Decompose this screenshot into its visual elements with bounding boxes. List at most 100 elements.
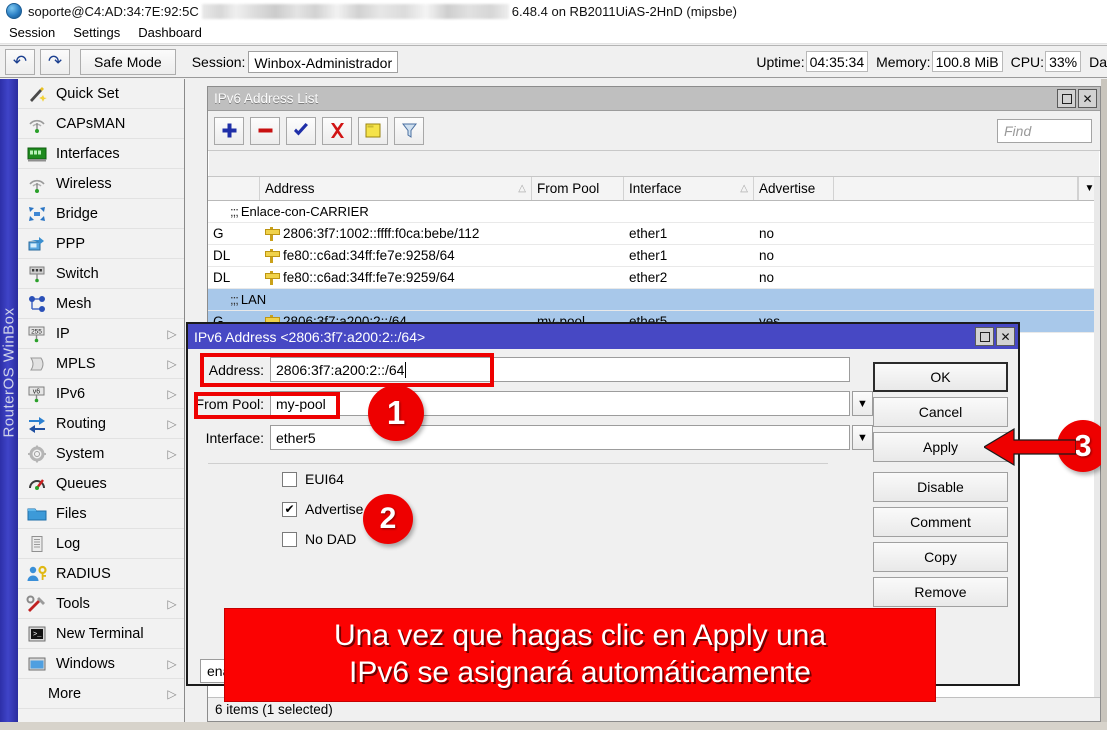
redo-button[interactable]: ↷ (40, 49, 70, 75)
close-window-icon[interactable]: ✕ (996, 327, 1015, 346)
antenna-icon (24, 113, 50, 135)
no-dad-checkbox[interactable] (282, 532, 297, 547)
column-header-interface[interactable]: Interface△ (624, 177, 754, 200)
sidebar-item-bridge[interactable]: Bridge▷ (18, 199, 184, 229)
from-pool-dropdown-icon[interactable]: ▼ (852, 391, 873, 416)
svg-text:v6: v6 (33, 388, 41, 395)
table-row[interactable]: DLfe80::c6ad:34ff:fe7e:9259/64ether2no (208, 267, 1100, 289)
sidebar-item-more[interactable]: More▷ (18, 679, 184, 709)
sidebar-item-label: CAPsMAN (56, 116, 164, 132)
table-row[interactable]: G2806:3f7:1002::ffff:f0ca:bebe/112ether1… (208, 223, 1100, 245)
sidebar-item-interfaces[interactable]: Interfaces▷ (18, 139, 184, 169)
table-comment-row[interactable]: ;;;Enlace-con-CARRIER (208, 201, 1100, 223)
step-2-badge: 2 (363, 494, 413, 544)
sidebar-item-queues[interactable]: Queues▷ (18, 469, 184, 499)
find-input[interactable]: Find (997, 119, 1092, 143)
close-window-icon[interactable]: ✕ (1078, 89, 1097, 108)
sidebar-item-radius[interactable]: RADIUS▷ (18, 559, 184, 589)
address-pin-icon (265, 249, 278, 263)
remove-button[interactable] (250, 117, 280, 145)
sidebar-item-ppp[interactable]: PPP▷ (18, 229, 184, 259)
sidebar-item-capsman[interactable]: CAPsMAN▷ (18, 109, 184, 139)
submenu-chevron-icon: ▷ (164, 447, 180, 461)
sidebar-item-tools[interactable]: Tools▷ (18, 589, 184, 619)
dialog-titlebar[interactable]: IPv6 Address <2806:3f7:a200:2::/64> ✕ (188, 324, 1018, 349)
remove-button[interactable]: Remove (873, 577, 1008, 607)
sidebar-item-ipv6[interactable]: v6IPv6▷ (18, 379, 184, 409)
sidebar-item-label: Switch (56, 266, 164, 282)
column-header-advertise[interactable]: Advertise (754, 177, 834, 200)
item-count-label: 6 items (1 selected) (215, 702, 333, 717)
filter-button[interactable] (394, 117, 424, 145)
row-from-pool (532, 223, 624, 244)
submenu-chevron-icon: ▷ (164, 687, 180, 701)
sidebar-item-routing[interactable]: Routing▷ (18, 409, 184, 439)
ok-button[interactable]: OK (873, 362, 1008, 392)
log-list-icon (24, 533, 50, 555)
enable-button[interactable] (286, 117, 316, 145)
copy-button[interactable]: Copy (873, 542, 1008, 572)
comment-button[interactable] (358, 117, 388, 145)
cancel-button[interactable]: Cancel (873, 397, 1008, 427)
sidebar-menu: Quick Set▷CAPsMAN▷Interfaces▷Wireless▷Br… (18, 79, 184, 730)
instruction-callout: Una vez que hagas clic en Apply una IPv6… (224, 608, 936, 702)
column-header-address[interactable]: Address△ (260, 177, 532, 200)
uptime-label: Uptime: (756, 54, 804, 70)
sidebar-item-files[interactable]: Files▷ (18, 499, 184, 529)
dialog-button-column: OK Cancel Apply Disable Comment Copy Rem… (873, 362, 1008, 612)
interface-dropdown-icon[interactable]: ▼ (852, 425, 873, 450)
menubar: Session Settings Dashboard (0, 22, 1107, 44)
table-row[interactable]: DLfe80::c6ad:34ff:fe7e:9258/64ether1no (208, 245, 1100, 267)
window-icon (24, 653, 50, 675)
sidebar-item-mpls[interactable]: MPLS▷ (18, 349, 184, 379)
session-value[interactable]: Winbox-Administrador (248, 51, 398, 73)
interface-input[interactable]: ether5 (270, 425, 850, 450)
from-pool-label: From Pool: (188, 396, 270, 412)
sidebar-item-ip[interactable]: 255IP▷ (18, 319, 184, 349)
sidebar-item-label: Tools (56, 596, 164, 612)
date-label: Da (1089, 54, 1107, 70)
disable-button[interactable] (322, 117, 352, 145)
eui64-checkbox[interactable] (282, 472, 297, 487)
comment-marker: ;;; (230, 292, 238, 307)
sort-indicator-icon: △ (518, 183, 526, 194)
sidebar-item-label: PPP (56, 236, 164, 252)
sidebar-item-label: Windows (56, 656, 164, 672)
sidebar-item-new-terminal[interactable]: >_New Terminal▷ (18, 619, 184, 649)
gear-icon (24, 443, 50, 465)
advertise-checkbox[interactable]: ✔ (282, 502, 297, 517)
sidebar-item-switch[interactable]: Switch▷ (18, 259, 184, 289)
column-header-flags[interactable] (208, 177, 260, 200)
column-header-from-pool[interactable]: From Pool (532, 177, 624, 200)
sidebar-item-quick-set[interactable]: Quick Set▷ (18, 79, 184, 109)
table-body: ;;;Enlace-con-CARRIERG2806:3f7:1002::fff… (208, 201, 1100, 333)
comment-text: LAN (241, 292, 266, 307)
from-pool-input[interactable]: my-pool (270, 391, 850, 416)
table-header: Address△ From Pool Interface△ Advertise … (208, 177, 1100, 201)
ipv6-list-titlebar[interactable]: IPv6 Address List ✕ (208, 87, 1100, 111)
plus-icon (221, 122, 238, 139)
comment-button[interactable]: Comment (873, 507, 1008, 537)
sidebar-item-log[interactable]: Log▷ (18, 529, 184, 559)
safe-mode-button[interactable]: Safe Mode (80, 49, 176, 75)
menu-dashboard[interactable]: Dashboard (129, 23, 211, 42)
no-dad-label: No DAD (305, 531, 356, 547)
advertise-label: Advertise (305, 501, 363, 517)
disable-button[interactable]: Disable (873, 472, 1008, 502)
sidebar-item-windows[interactable]: Windows▷ (18, 649, 184, 679)
sidebar-item-system[interactable]: System▷ (18, 439, 184, 469)
sidebar-item-label: Mesh (56, 296, 164, 312)
undo-button[interactable]: ↶ (5, 49, 35, 75)
restore-window-icon[interactable] (975, 327, 994, 346)
address-label: Address: (188, 362, 270, 378)
restore-window-icon[interactable] (1057, 89, 1076, 108)
menu-settings[interactable]: Settings (64, 23, 129, 42)
sidebar-item-mesh[interactable]: Mesh▷ (18, 289, 184, 319)
table-comment-row[interactable]: ;;;LAN (208, 289, 1100, 311)
add-button[interactable] (214, 117, 244, 145)
routing-arrows-icon (24, 413, 50, 435)
address-input[interactable]: 2806:3f7:a200:2::/64 (270, 357, 850, 382)
menu-session[interactable]: Session (0, 23, 64, 42)
cross-icon (329, 122, 346, 139)
sidebar-item-wireless[interactable]: Wireless▷ (18, 169, 184, 199)
